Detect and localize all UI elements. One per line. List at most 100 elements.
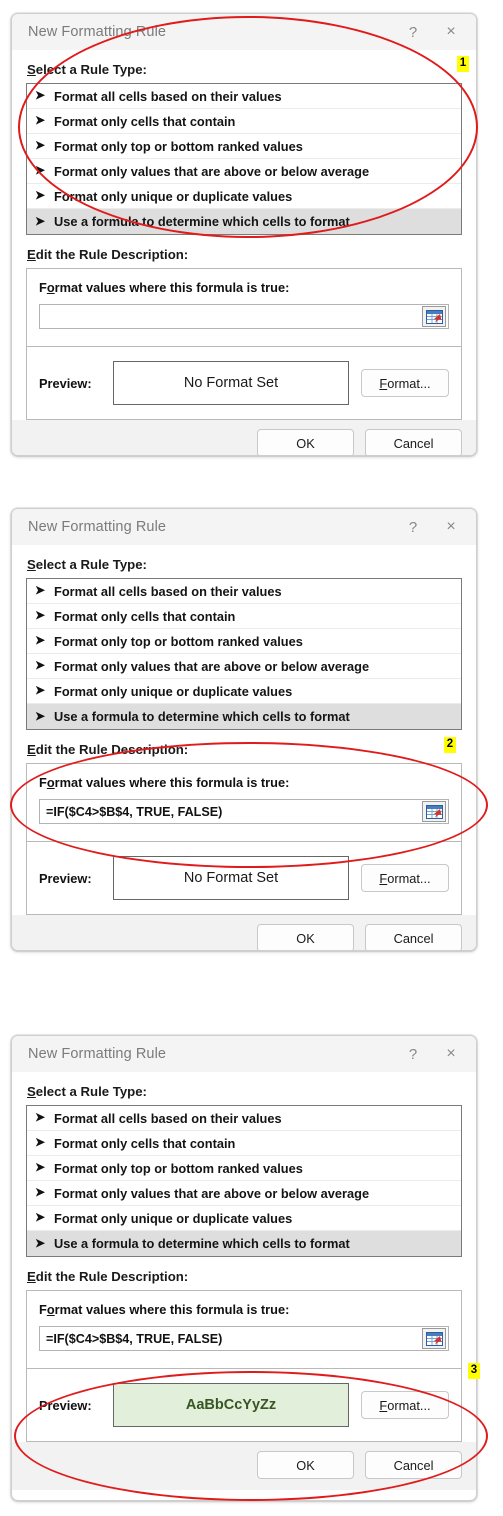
formula-input[interactable]: =IF($C4>$B$4, TRUE, FALSE) — [40, 1332, 422, 1346]
select-rule-type-label: Select a Rule Type: — [27, 62, 462, 77]
rule-type-label: Format only unique or duplicate values — [54, 1210, 293, 1226]
rule-type-label: Format only top or bottom ranked values — [54, 138, 303, 154]
format-button[interactable]: Format... — [361, 864, 449, 892]
accel-char: S — [27, 1084, 36, 1099]
rule-type-label: Format only unique or duplicate values — [54, 188, 293, 204]
bullet-arrow-icon: ➤ — [35, 188, 46, 202]
ok-button[interactable]: OK — [257, 924, 354, 950]
bullet-arrow-icon: ➤ — [35, 1110, 46, 1124]
rule-type-label: Format only cells that contain — [54, 608, 236, 624]
help-icon[interactable]: ? — [394, 17, 432, 47]
help-icon[interactable]: ? — [394, 1039, 432, 1069]
label-rest: rmat values where this formula is true: — [54, 775, 290, 790]
dialog-footer: OK Cancel — [12, 420, 476, 455]
accel-char: E — [27, 742, 36, 757]
bullet-arrow-icon: ➤ — [35, 1160, 46, 1174]
rule-type-item[interactable]: ➤ Format only unique or duplicate values — [27, 1206, 461, 1231]
dialog-footer: OK Cancel — [12, 915, 476, 950]
cancel-button[interactable]: Cancel — [365, 429, 462, 455]
annotation-badge-3: 3 — [468, 1363, 480, 1379]
bullet-arrow-icon: ➤ — [35, 1185, 46, 1199]
preview-row: Preview: No Format Set Format... — [39, 842, 449, 914]
rule-type-item[interactable]: ➤ Format only top or bottom ranked values — [27, 629, 461, 654]
cancel-button[interactable]: Cancel — [365, 1451, 462, 1479]
accel-char: F — [379, 1397, 388, 1413]
rule-type-item[interactable]: ➤ Format all cells based on their values — [27, 579, 461, 604]
cancel-button[interactable]: Cancel — [365, 924, 462, 950]
ok-button[interactable]: OK — [257, 429, 354, 455]
bullet-arrow-icon: ➤ — [35, 1135, 46, 1149]
formula-input[interactable]: =IF($C4>$B$4, TRUE, FALSE) — [40, 805, 422, 819]
accel-char: F — [379, 870, 388, 886]
rule-type-label: Format only values that are above or bel… — [54, 163, 370, 179]
annotation-badge-1: 1 — [457, 56, 469, 72]
formula-field-label: Format values where this formula is true… — [39, 1302, 449, 1317]
close-icon[interactable]: × — [432, 512, 470, 542]
preview-row: Preview: No Format Set Format... — [39, 347, 449, 419]
range-picker-icon[interactable] — [422, 306, 446, 327]
ok-button[interactable]: OK — [257, 1451, 354, 1479]
format-button[interactable]: Format... — [361, 1391, 449, 1419]
close-icon[interactable]: × — [432, 17, 470, 47]
new-formatting-rule-dialog-2: New Formatting Rule ? × Select a Rule Ty… — [11, 508, 477, 951]
bullet-arrow-icon: ➤ — [35, 113, 46, 127]
range-picker-icon[interactable] — [422, 801, 446, 822]
rule-type-item[interactable]: ➤ Format only top or bottom ranked values — [27, 134, 461, 159]
rule-type-item-selected[interactable]: ➤ Use a formula to determine which cells … — [27, 209, 461, 234]
label-rest: rmat values where this formula is true: — [54, 280, 290, 295]
preview-swatch: No Format Set — [113, 361, 349, 405]
preview-row: Preview: AaBbCcYyZz Format... — [39, 1369, 449, 1441]
formula-input-row[interactable]: =IF($C4>$B$4, TRUE, FALSE) — [39, 1326, 449, 1351]
rule-type-item-selected[interactable]: ➤ Use a formula to determine which cells … — [27, 1231, 461, 1256]
accel-char: o — [46, 1302, 55, 1317]
preview-swatch: No Format Set — [113, 856, 349, 900]
rule-type-item[interactable]: ➤ Format all cells based on their values — [27, 1106, 461, 1131]
bullet-arrow-icon: ➤ — [35, 1235, 46, 1250]
rule-type-item[interactable]: ➤ Format only top or bottom ranked values — [27, 1156, 461, 1181]
dialog-body: Select a Rule Type: ➤ Format all cells ba… — [12, 62, 476, 420]
rule-type-label: Format only cells that contain — [54, 113, 236, 129]
accel-char: E — [27, 247, 36, 262]
help-icon[interactable]: ? — [394, 512, 432, 542]
accel-char: E — [27, 1269, 36, 1284]
rule-type-item[interactable]: ➤ Format only values that are above or be… — [27, 1181, 461, 1206]
dialog-title: New Formatting Rule — [28, 24, 167, 40]
formula-input-row[interactable] — [39, 304, 449, 329]
rule-type-label: Use a formula to determine which cells t… — [54, 214, 350, 229]
rule-type-item[interactable]: ➤ Format only unique or duplicate values — [27, 184, 461, 209]
edit-rule-description-label: Edit the Rule Description: — [27, 1269, 462, 1284]
range-picker-icon[interactable] — [422, 1328, 446, 1349]
label-rest: elect a Rule Type: — [35, 62, 147, 77]
rule-type-list[interactable]: ➤ Format all cells based on their values … — [26, 83, 462, 235]
bullet-arrow-icon: ➤ — [35, 138, 46, 152]
rule-type-item[interactable]: ➤ Format only unique or duplicate values — [27, 679, 461, 704]
rule-type-list[interactable]: ➤ Format all cells based on their values … — [26, 578, 462, 730]
new-formatting-rule-dialog-3: New Formatting Rule ? × Select a Rule Ty… — [11, 1035, 477, 1501]
formula-field-label: Format values where this formula is true… — [39, 280, 449, 295]
rule-type-item[interactable]: ➤ Format only values that are above or be… — [27, 159, 461, 184]
rule-type-item[interactable]: ➤ Format only values that are above or be… — [27, 654, 461, 679]
rule-type-label: Format only values that are above or bel… — [54, 1185, 370, 1201]
rule-type-item[interactable]: ➤ Format all cells based on their values — [27, 84, 461, 109]
label-rest: ormat... — [387, 375, 431, 391]
label-rest: dit the Rule Description: — [35, 1269, 189, 1284]
rule-type-item[interactable]: ➤ Format only cells that contain — [27, 604, 461, 629]
rule-type-list[interactable]: ➤ Format all cells based on their values … — [26, 1105, 462, 1257]
close-icon[interactable]: × — [432, 1039, 470, 1069]
rule-description-group: Format values where this formula is true… — [26, 763, 462, 915]
dialog-body: Select a Rule Type: ➤ Format all cells ba… — [12, 557, 476, 915]
rule-type-item[interactable]: ➤ Format only cells that contain — [27, 1131, 461, 1156]
rule-type-label: Format only top or bottom ranked values — [54, 1160, 303, 1176]
label-rest: dit the Rule Description: — [35, 742, 189, 757]
rule-type-label: Format all cells based on their values — [54, 1110, 282, 1126]
accel-char: o — [46, 280, 55, 295]
bullet-arrow-icon: ➤ — [35, 88, 46, 102]
formula-input-row[interactable]: =IF($C4>$B$4, TRUE, FALSE) — [39, 799, 449, 824]
rule-type-item[interactable]: ➤ Format only cells that contain — [27, 109, 461, 134]
bullet-arrow-icon: ➤ — [35, 583, 46, 597]
accel-char: S — [27, 62, 36, 77]
dialog-footer: OK Cancel — [12, 1442, 476, 1490]
rule-type-item-selected[interactable]: ➤ Use a formula to determine which cells … — [27, 704, 461, 729]
format-button[interactable]: Format... — [361, 369, 449, 397]
bullet-arrow-icon: ➤ — [35, 708, 46, 723]
